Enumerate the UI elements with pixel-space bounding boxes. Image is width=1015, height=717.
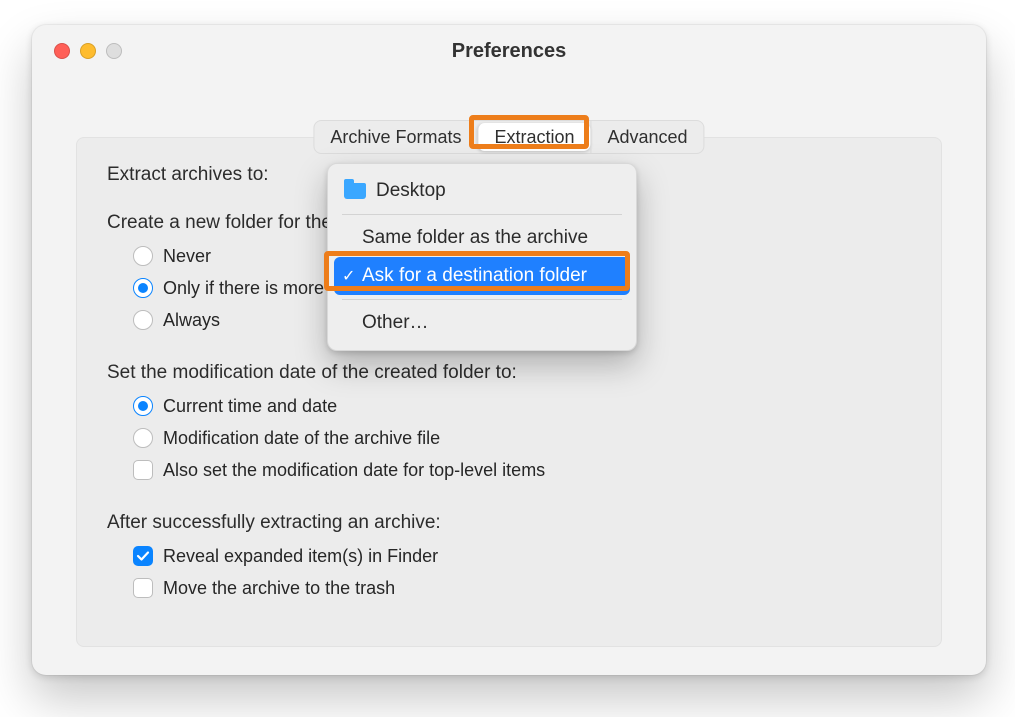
menu-item-desktop[interactable]: Desktop	[334, 172, 630, 210]
option-label: Never	[163, 246, 211, 267]
extract-to-dropdown-menu: Desktop Same folder as the archive ✓ Ask…	[327, 163, 637, 351]
mod-date-top-level[interactable]: Also set the modification date for top-l…	[133, 454, 911, 486]
checkbox-icon	[133, 546, 153, 566]
option-label: Always	[163, 310, 220, 331]
menu-item-label: Same folder as the archive	[362, 227, 588, 249]
menu-item-same-folder[interactable]: Same folder as the archive	[334, 219, 630, 257]
after-extract-options: Reveal expanded item(s) in Finder Move t…	[133, 540, 911, 604]
radio-icon	[133, 396, 153, 416]
radio-icon	[133, 310, 153, 330]
checkbox-icon	[133, 578, 153, 598]
preferences-window: Preferences Archive Formats Extraction A…	[32, 25, 986, 675]
zoom-window-button[interactable]	[106, 43, 122, 59]
window-title: Preferences	[32, 25, 986, 63]
tab-advanced[interactable]: Advanced	[591, 121, 704, 153]
menu-separator	[342, 214, 622, 215]
mod-date-current[interactable]: Current time and date	[133, 390, 911, 422]
option-label: Reveal expanded item(s) in Finder	[163, 546, 438, 567]
checkbox-icon	[133, 460, 153, 480]
tab-extraction[interactable]: Extraction	[477, 123, 590, 151]
tab-bar: Archive Formats Extraction Advanced	[313, 120, 704, 154]
window-controls	[54, 43, 122, 59]
menu-item-ask-destination[interactable]: ✓ Ask for a destination folder	[334, 257, 630, 295]
menu-item-label: Ask for a destination folder	[362, 265, 587, 287]
option-label: Current time and date	[163, 396, 337, 417]
extract-to-label: Extract archives to:	[107, 164, 269, 186]
menu-item-label: Desktop	[376, 180, 446, 202]
mod-date-label: Set the modification date of the created…	[107, 362, 517, 383]
mod-date-archive[interactable]: Modification date of the archive file	[133, 422, 911, 454]
radio-icon	[133, 278, 153, 298]
close-window-button[interactable]	[54, 43, 70, 59]
radio-icon	[133, 428, 153, 448]
after-extract-label: After successfully extracting an archive…	[107, 512, 441, 533]
titlebar: Preferences	[32, 25, 986, 77]
mod-date-options: Current time and date Modification date …	[133, 390, 911, 486]
after-move-trash[interactable]: Move the archive to the trash	[133, 572, 911, 604]
folder-icon	[344, 183, 366, 199]
option-label: Modification date of the archive file	[163, 428, 440, 449]
menu-item-other[interactable]: Other…	[334, 304, 630, 342]
menu-item-label: Other…	[362, 312, 429, 334]
menu-separator	[342, 299, 622, 300]
tab-archive-formats[interactable]: Archive Formats	[314, 121, 477, 153]
minimize-window-button[interactable]	[80, 43, 96, 59]
radio-icon	[133, 246, 153, 266]
option-label: Move the archive to the trash	[163, 578, 395, 599]
option-label: Also set the modification date for top-l…	[163, 460, 545, 481]
check-icon: ✓	[342, 266, 355, 286]
after-reveal-finder[interactable]: Reveal expanded item(s) in Finder	[133, 540, 911, 572]
